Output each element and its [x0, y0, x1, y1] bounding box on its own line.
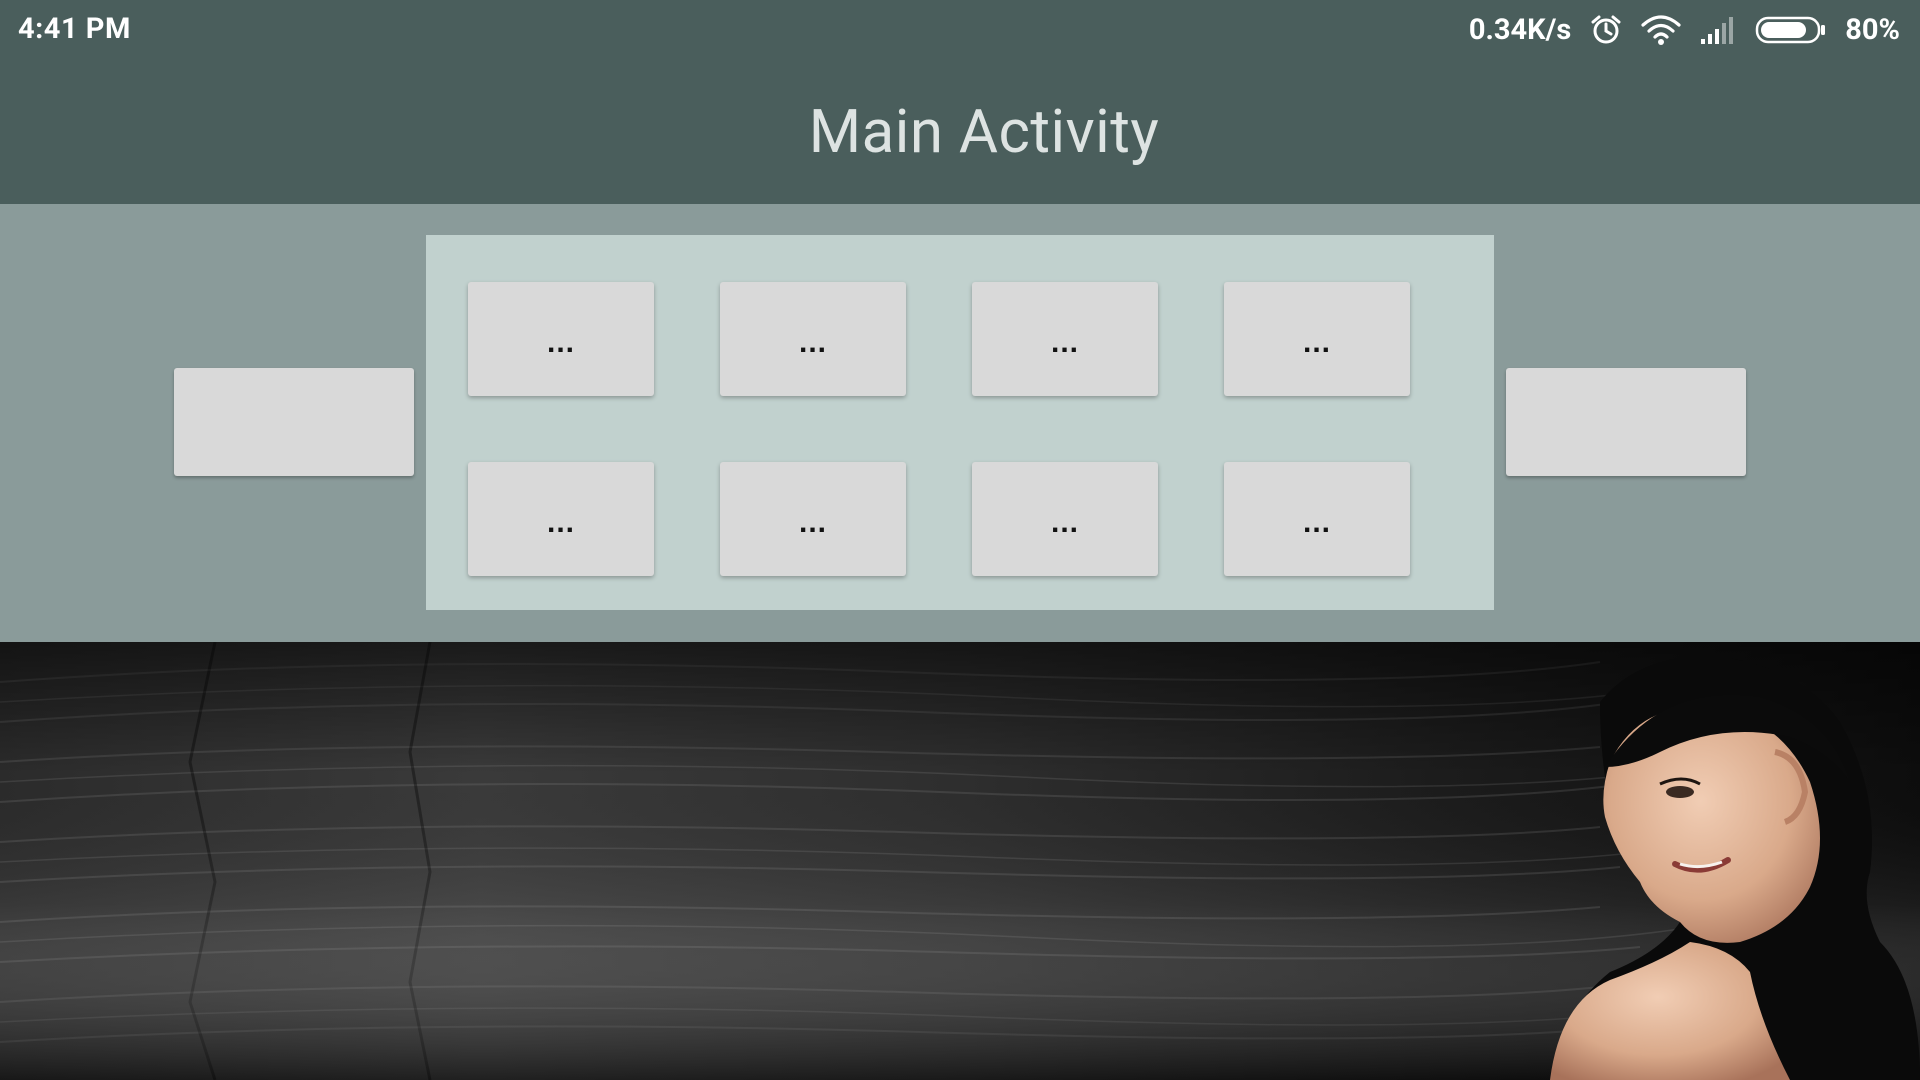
grid-button-8[interactable]: ...: [1224, 462, 1410, 576]
battery-icon: [1755, 15, 1827, 45]
grid-button-5[interactable]: ...: [468, 462, 654, 576]
hair-background-image: [0, 642, 1920, 1080]
wifi-icon: [1641, 14, 1681, 46]
network-speed: 0.34K/s: [1468, 13, 1572, 47]
status-indicators: 0.34K/s 80%: [1469, 10, 1900, 50]
page-title: Main Activity: [808, 96, 1160, 167]
hair-photo: [0, 642, 1920, 1080]
status-bar: 4:41 PM 0.34K/s 80%: [0, 0, 1920, 60]
grid-button-7[interactable]: ...: [972, 462, 1158, 576]
screen: 4:41 PM 0.34K/s 80% Main Activity ... ..…: [0, 0, 1920, 1080]
right-button[interactable]: [1506, 368, 1746, 476]
grid-button-2[interactable]: ...: [720, 282, 906, 396]
left-button[interactable]: [174, 368, 414, 476]
button-grid: ... ... ... ... ... ... ... ...: [426, 235, 1494, 610]
app-bar: Main Activity: [0, 60, 1920, 204]
grid-button-6[interactable]: ...: [720, 462, 906, 576]
signal-icon: [1699, 15, 1737, 45]
grid-button-1[interactable]: ...: [468, 282, 654, 396]
content-panel: ... ... ... ... ... ... ... ...: [0, 204, 1920, 642]
grid-button-4[interactable]: ...: [1224, 282, 1410, 396]
battery-percent: 80%: [1845, 13, 1900, 47]
alarm-icon: [1589, 13, 1623, 47]
status-time: 4:41 PM: [18, 12, 131, 46]
grid-button-3[interactable]: ...: [972, 282, 1158, 396]
